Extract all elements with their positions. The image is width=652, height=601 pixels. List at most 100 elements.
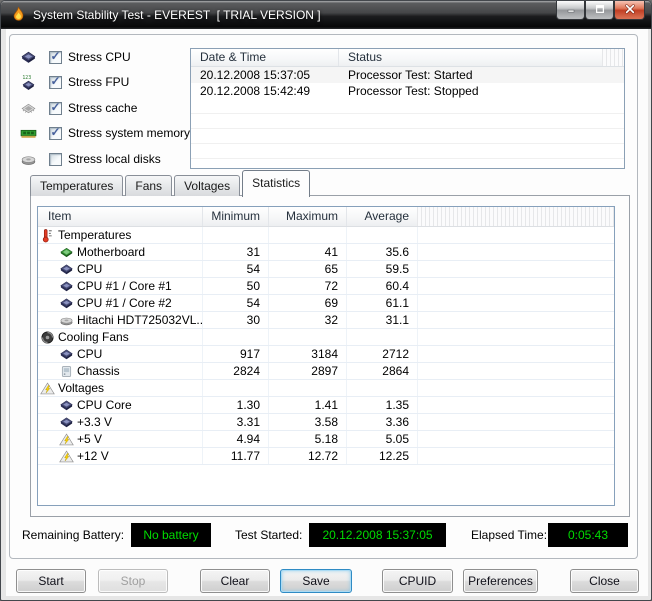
- row-label: CPU #1 / Core #1: [77, 279, 172, 293]
- dialog-button[interactable]: Preferences: [463, 569, 538, 593]
- row-minimum: [202, 380, 268, 396]
- table-row[interactable]: Chassis 2824 2897 2864: [38, 363, 614, 380]
- event-log-header: Date & Time Status: [191, 49, 624, 67]
- tab[interactable]: Statistics: [242, 170, 311, 197]
- row-average: [346, 329, 417, 345]
- column-header-average[interactable]: Average: [346, 207, 417, 226]
- checkbox[interactable]: [49, 101, 62, 115]
- stress-option-row[interactable]: Stress local disks: [20, 149, 161, 169]
- dialog-button[interactable]: Save: [280, 569, 352, 593]
- row-minimum: 11.77: [202, 448, 268, 464]
- column-header-status[interactable]: Status: [339, 49, 602, 66]
- tabstrip: Temperatures Fans Voltages Statistics: [30, 169, 312, 197]
- column-header-date-time[interactable]: Date & Time: [191, 49, 339, 66]
- checkbox[interactable]: [49, 152, 62, 166]
- checkbox[interactable]: [49, 126, 62, 140]
- stress-option-row[interactable]: Stress system memory: [20, 123, 190, 143]
- row-label: CPU: [77, 347, 103, 361]
- row-minimum: 4.94: [202, 431, 268, 447]
- dialog-button[interactable]: CPUID: [382, 569, 453, 593]
- table-row[interactable]: CPU 917 3184 2712: [38, 346, 614, 363]
- svg-text:123: 123: [22, 74, 31, 80]
- column-header-item[interactable]: Item: [38, 207, 202, 226]
- stress-option-row[interactable]: 123 Stress FPU: [20, 72, 129, 92]
- row-label: Hitachi HDT725032VL...: [77, 313, 202, 327]
- row-maximum: 69: [268, 295, 346, 311]
- row-maximum: 32: [268, 312, 346, 328]
- table-row[interactable]: CPU #1 / Core #1 50 72 60.4: [38, 278, 614, 295]
- column-header-filler: [417, 207, 614, 226]
- row-minimum: 30: [202, 312, 268, 328]
- checkbox[interactable]: [49, 50, 62, 64]
- stress-option-row[interactable]: Stress CPU: [20, 47, 131, 67]
- tab[interactable]: Voltages: [174, 175, 241, 196]
- row-average: 2712: [346, 346, 417, 362]
- table-row[interactable]: +12 V 11.77 12.72 12.25: [38, 448, 614, 465]
- statistics-table-header: Item Minimum Maximum Average: [38, 207, 614, 227]
- chassis-icon: [59, 364, 74, 379]
- row-minimum: 54: [202, 295, 268, 311]
- cpu-icon: [59, 415, 74, 430]
- dialog-button[interactable]: Start: [16, 569, 86, 593]
- close-button[interactable]: [614, 1, 645, 20]
- event-log-row[interactable]: 20.12.2008 15:42:49 Processor Test: Stop…: [191, 83, 624, 99]
- table-row[interactable]: Hitachi HDT725032VL... 30 32 31.1: [38, 312, 614, 329]
- table-row[interactable]: Temperatures: [38, 227, 614, 244]
- row-minimum: 917: [202, 346, 268, 362]
- stress-option-row[interactable]: Stress cache: [20, 98, 137, 118]
- elapsed-time-value: 0:05:43: [548, 523, 628, 547]
- close-icon: [624, 3, 636, 18]
- cpu-icon: [59, 296, 74, 311]
- caption-buttons: [556, 1, 645, 20]
- dialog-button[interactable]: Clear: [200, 569, 270, 593]
- column-header-minimum[interactable]: Minimum: [202, 207, 268, 226]
- table-row[interactable]: CPU 54 65 59.5: [38, 261, 614, 278]
- voltage-icon: [40, 381, 55, 396]
- row-label: +12 V: [77, 449, 109, 463]
- table-row[interactable]: CPU #1 / Core #2 54 69 61.1: [38, 295, 614, 312]
- table-row[interactable]: Motherboard 31 41 35.6: [38, 244, 614, 261]
- thermometer-icon: [40, 228, 55, 243]
- event-log-row[interactable]: 20.12.2008 15:37:05 Processor Test: Star…: [191, 67, 624, 83]
- row-maximum: 41: [268, 244, 346, 260]
- fpu-icon: 123: [20, 74, 37, 91]
- row-maximum: [268, 380, 346, 396]
- tab[interactable]: Fans: [125, 175, 173, 196]
- cache-icon: [20, 100, 37, 117]
- cpu-icon: [59, 347, 74, 362]
- dialog-button[interactable]: Stop: [98, 569, 168, 593]
- checkbox[interactable]: [49, 75, 62, 89]
- remaining-battery-label: Remaining Battery:: [22, 528, 125, 542]
- row-label: CPU: [77, 262, 103, 276]
- row-maximum: 1.41: [268, 397, 346, 413]
- cpu-icon: [20, 49, 37, 66]
- header-stripes: [602, 49, 624, 66]
- maximize-icon: [594, 3, 606, 18]
- column-header-maximum[interactable]: Maximum: [268, 207, 346, 226]
- tab[interactable]: Temperatures: [30, 175, 124, 196]
- minimize-icon: [565, 3, 577, 18]
- table-row[interactable]: +3.3 V 3.31 3.58 3.36: [38, 414, 614, 431]
- checkbox-label: Stress cache: [68, 101, 138, 115]
- row-maximum: 2897: [268, 363, 346, 379]
- test-started-value: 20.12.2008 15:37:05: [309, 523, 446, 547]
- minimize-button[interactable]: [556, 1, 585, 20]
- flame-icon: [10, 6, 27, 23]
- event-log-list: Date & Time Status 20.12.2008 15:37:05 P…: [190, 48, 625, 169]
- row-minimum: [202, 329, 268, 345]
- event-log-empty-area: [191, 99, 624, 168]
- dialog-button[interactable]: Close: [570, 569, 639, 593]
- test-started-label: Test Started:: [235, 528, 303, 542]
- maximize-button[interactable]: [585, 1, 614, 20]
- table-row[interactable]: CPU Core 1.30 1.41 1.35: [38, 397, 614, 414]
- row-label: CPU Core: [77, 398, 132, 412]
- fan-icon: [40, 330, 55, 345]
- row-average: 3.36: [346, 414, 417, 430]
- disk-icon: [20, 151, 37, 168]
- table-row[interactable]: Cooling Fans: [38, 329, 614, 346]
- row-average: 5.05: [346, 431, 417, 447]
- table-row[interactable]: Voltages: [38, 380, 614, 397]
- row-maximum: 65: [268, 261, 346, 277]
- titlebar[interactable]: System Stability Test - EVEREST [ TRIAL …: [1, 1, 651, 29]
- table-row[interactable]: +5 V 4.94 5.18 5.05: [38, 431, 614, 448]
